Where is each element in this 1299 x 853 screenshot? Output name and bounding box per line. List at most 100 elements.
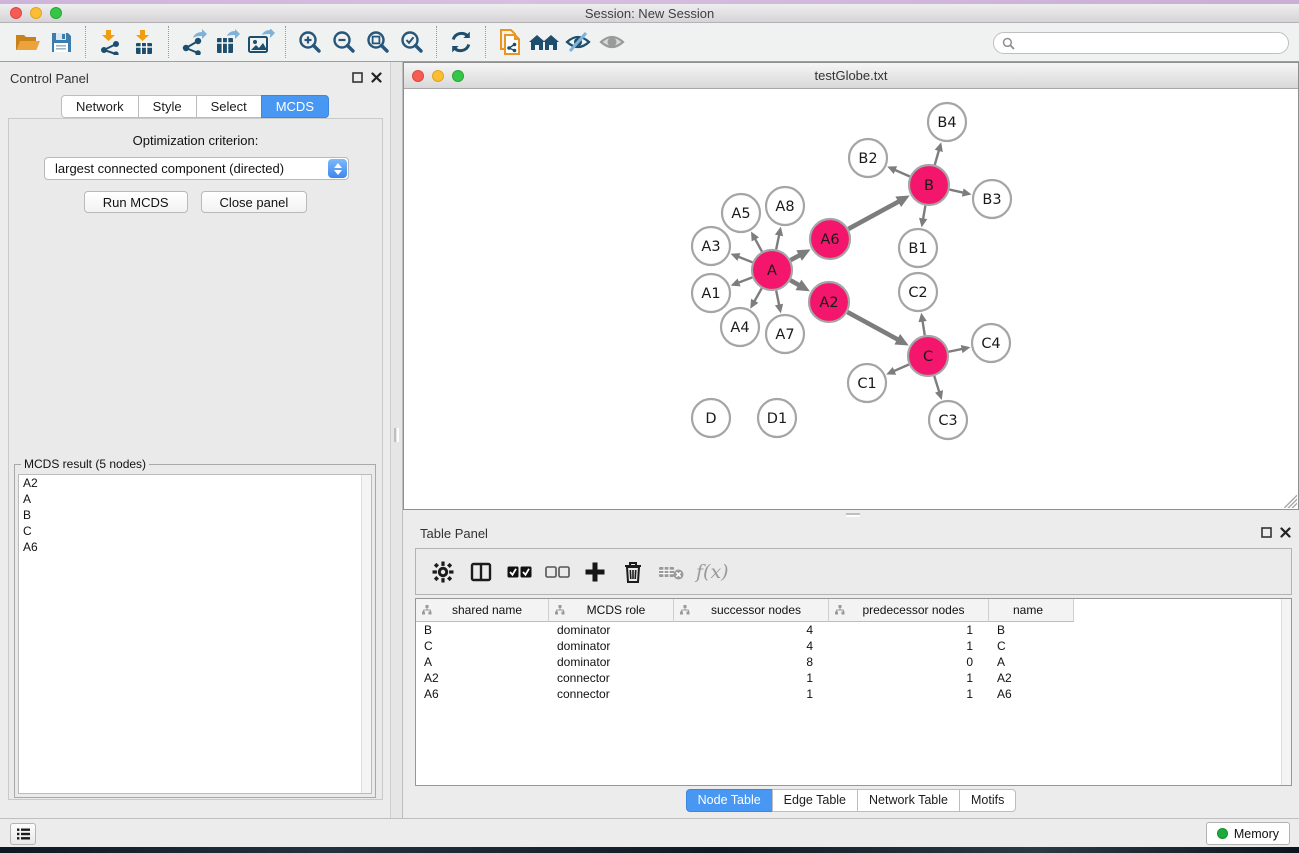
- zoom-selected-button[interactable]: [395, 26, 429, 58]
- run-mcds-button[interactable]: Run MCDS: [84, 191, 188, 213]
- vertical-splitter[interactable]: [390, 62, 403, 818]
- tab-edge-table[interactable]: Edge Table: [772, 789, 858, 812]
- tab-select[interactable]: Select: [196, 95, 262, 118]
- graph-node-label: B4: [937, 115, 956, 131]
- main-toolbar: [0, 23, 1299, 62]
- show-graphics-details-button[interactable]: [595, 26, 629, 58]
- control-panel-title: Control Panel: [10, 71, 89, 86]
- search-input[interactable]: [1020, 34, 1288, 52]
- column-header[interactable]: successor nodes: [674, 599, 829, 622]
- horizontal-splitter[interactable]: [403, 510, 1299, 520]
- function-builder-button[interactable]: f(x): [692, 555, 729, 589]
- graph-node-label: D1: [767, 411, 787, 427]
- import-table-button[interactable]: [127, 26, 161, 58]
- delete-table-button[interactable]: [654, 555, 688, 589]
- table-cell: 1: [829, 639, 989, 653]
- criterion-dropdown[interactable]: largest connected component (directed): [44, 157, 349, 180]
- mcds-result-fieldset: MCDS result (5 nodes) A2ABCA6: [14, 457, 376, 798]
- table-cell: 1: [829, 623, 989, 637]
- table-cell: A2: [989, 671, 1074, 685]
- task-history-button[interactable]: [10, 823, 36, 845]
- select-all-button[interactable]: [502, 555, 536, 589]
- network-canvas[interactable]: AA1A2A3A4A5A6A7A8BB1B2B3B4CC1C2C3C4DD1: [404, 89, 1298, 509]
- graph-edge-A6-B: [848, 199, 902, 229]
- tab-network[interactable]: Network: [61, 95, 139, 118]
- float-panel-icon[interactable]: [352, 72, 363, 83]
- table-cell: A2: [416, 671, 549, 685]
- refresh-button[interactable]: [444, 26, 478, 58]
- table-settings-button[interactable]: [426, 555, 460, 589]
- table-row[interactable]: A6connector11A6: [416, 686, 1291, 702]
- fx-icon: f(x): [692, 561, 729, 583]
- result-item[interactable]: A2: [19, 475, 371, 491]
- toolbar-separator: [285, 26, 286, 58]
- first-neighbors-button[interactable]: [527, 26, 561, 58]
- delete-column-button[interactable]: [616, 555, 650, 589]
- close-panel-button[interactable]: Close panel: [201, 191, 308, 213]
- export-table-button[interactable]: [210, 26, 244, 58]
- import-network-button[interactable]: [93, 26, 127, 58]
- close-panel-icon[interactable]: [1280, 527, 1291, 538]
- table-header: shared nameMCDS rolesuccessor nodesprede…: [416, 599, 1291, 622]
- refresh-icon: [448, 29, 474, 55]
- tab-network-table[interactable]: Network Table: [857, 789, 960, 812]
- table-cell: C: [416, 639, 549, 653]
- table-scrollbar[interactable]: [1281, 599, 1291, 785]
- graph-node-label: C2: [908, 285, 927, 301]
- column-header[interactable]: name: [989, 599, 1074, 622]
- table-panel-header: Table Panel: [403, 525, 1299, 543]
- table-cell: connector: [549, 671, 674, 685]
- network-window: testGlobe.txt AA1A2A3A4A5A6A7A8BB1B2B3B4…: [403, 62, 1299, 510]
- toolbar-separator: [85, 26, 86, 58]
- resize-grip[interactable]: [1284, 495, 1297, 508]
- tab-mcds[interactable]: MCDS: [261, 95, 329, 118]
- table-cell: 1: [829, 687, 989, 701]
- table-row[interactable]: Adominator80A: [416, 654, 1291, 670]
- tab-motifs[interactable]: Motifs: [959, 789, 1016, 812]
- result-item[interactable]: B: [19, 507, 371, 523]
- split-columns-button[interactable]: [464, 555, 498, 589]
- memory-button[interactable]: Memory: [1206, 822, 1290, 845]
- graph-node-label: B1: [908, 241, 927, 257]
- export-network-button[interactable]: [176, 26, 210, 58]
- graph-node-label: A: [767, 263, 777, 279]
- duplicate-network-button[interactable]: [493, 26, 527, 58]
- graph-node-label: B2: [858, 151, 877, 167]
- save-session-button[interactable]: [44, 26, 78, 58]
- result-item[interactable]: A: [19, 491, 371, 507]
- zoom-fit-button[interactable]: [361, 26, 395, 58]
- list-icon: [16, 827, 31, 841]
- unselect-all-button[interactable]: [540, 555, 574, 589]
- result-scrollbar[interactable]: [361, 475, 371, 793]
- status-bar: Memory: [0, 818, 1299, 847]
- float-panel-icon[interactable]: [1261, 527, 1272, 538]
- result-item[interactable]: A6: [19, 539, 371, 555]
- export-image-button[interactable]: [244, 26, 278, 58]
- table-row[interactable]: Bdominator41B: [416, 622, 1291, 638]
- column-header[interactable]: MCDS role: [549, 599, 674, 622]
- tab-node-table[interactable]: Node Table: [686, 789, 773, 812]
- export-network-icon: [180, 29, 207, 55]
- table-row[interactable]: A2connector11A2: [416, 670, 1291, 686]
- double-home-icon: [527, 30, 561, 54]
- memory-status-icon: [1217, 828, 1228, 839]
- zoom-out-button[interactable]: [327, 26, 361, 58]
- hide-graphics-details-button[interactable]: [561, 26, 595, 58]
- result-item[interactable]: C: [19, 523, 371, 539]
- zoom-in-button[interactable]: [293, 26, 327, 58]
- open-session-button[interactable]: [10, 26, 44, 58]
- column-header[interactable]: shared name: [416, 599, 549, 622]
- tab-style[interactable]: Style: [138, 95, 197, 118]
- arrowhead-icon: [775, 304, 783, 314]
- arrowhead-icon: [935, 390, 943, 400]
- arrowhead-icon: [962, 188, 972, 196]
- graph-edge-A2-C: [847, 312, 901, 342]
- column-header[interactable]: predecessor nodes: [829, 599, 989, 622]
- close-panel-icon[interactable]: [371, 72, 382, 83]
- add-column-button[interactable]: [578, 555, 612, 589]
- table-cell: B: [989, 623, 1074, 637]
- graph-node-label: A5: [731, 206, 750, 222]
- table-row[interactable]: Cdominator41C: [416, 638, 1291, 654]
- control-panel: Control Panel Network Style Select MCDS …: [0, 62, 390, 818]
- table-cell: 1: [829, 671, 989, 685]
